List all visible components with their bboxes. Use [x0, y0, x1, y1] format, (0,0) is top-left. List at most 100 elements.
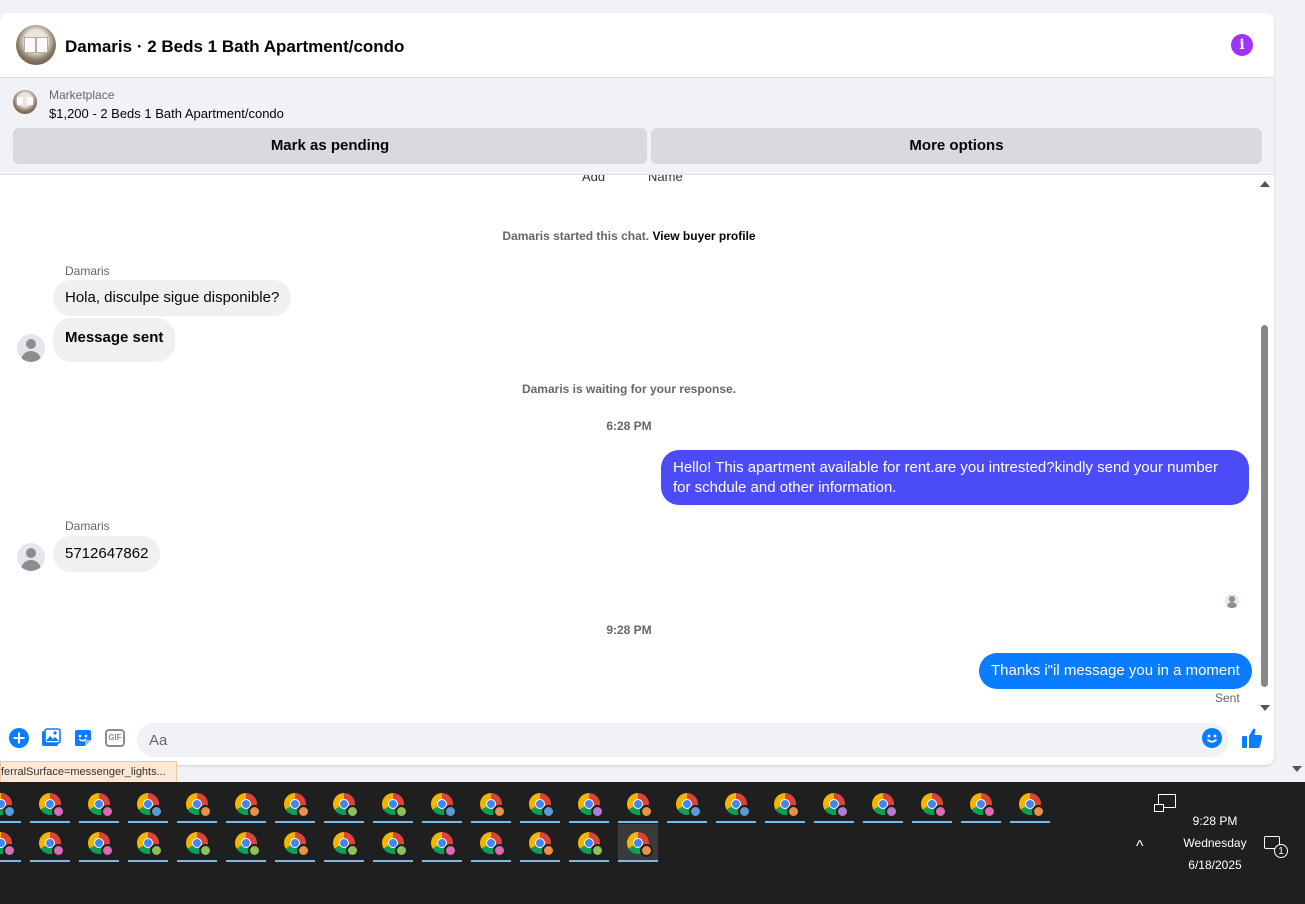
listing-price-title[interactable]: $1,200 - 2 Beds 1 Bath Apartment/condo — [49, 106, 284, 121]
chrome-profile-window[interactable] — [373, 785, 413, 823]
mark-as-pending-button[interactable]: Mark as pending — [13, 128, 647, 164]
chrome-profile-window[interactable] — [569, 785, 609, 823]
marketplace-label: Marketplace — [49, 88, 115, 102]
chrome-profile-window[interactable] — [814, 785, 854, 823]
chrome-profile-window[interactable] — [324, 824, 364, 862]
running-indicator — [618, 860, 658, 862]
view-buyer-profile-link[interactable]: View buyer profile — [652, 229, 755, 243]
listing-thumbnail[interactable] — [16, 25, 56, 65]
outgoing-message[interactable]: Thanks i"il message you in a moment — [979, 653, 1252, 689]
clock-day[interactable]: Wednesday — [1170, 836, 1260, 850]
chrome-profile-window[interactable] — [1010, 785, 1050, 823]
scroll-up-arrow[interactable] — [1260, 181, 1270, 187]
running-indicator — [0, 860, 21, 862]
sender-avatar[interactable] — [17, 334, 45, 362]
chrome-profile-window[interactable] — [716, 785, 756, 823]
tray-chevron-icon[interactable]: ^ — [1136, 838, 1144, 856]
chrome-profile-window[interactable] — [226, 824, 266, 862]
message-list[interactable]: Add Name Damaris started this chat. View… — [0, 175, 1258, 717]
chrome-profile-window[interactable] — [961, 785, 1001, 823]
chrome-profile-window[interactable] — [912, 785, 952, 823]
clock-time[interactable]: 9:28 PM — [1170, 814, 1260, 828]
running-indicator — [373, 860, 413, 862]
chrome-profile-window[interactable] — [0, 824, 21, 862]
listing-small-thumbnail[interactable] — [13, 90, 37, 114]
profile-badge-icon — [934, 805, 947, 818]
gif-icon[interactable]: GIF — [105, 729, 125, 747]
chrome-profile-window[interactable] — [324, 785, 364, 823]
chrome-profile-window[interactable] — [422, 785, 462, 823]
chrome-profile-window[interactable] — [30, 824, 70, 862]
running-indicator — [226, 860, 266, 862]
running-indicator — [177, 821, 217, 823]
chrome-profile-window[interactable] — [275, 824, 315, 862]
chrome-profile-window[interactable] — [79, 824, 119, 862]
running-indicator — [618, 821, 658, 823]
chrome-profile-window[interactable] — [569, 824, 609, 862]
running-indicator — [814, 821, 854, 823]
photo-icon[interactable] — [41, 728, 61, 748]
messages-scrollbar[interactable] — [1258, 175, 1272, 717]
chrome-profile-window[interactable] — [520, 785, 560, 823]
chrome-profile-window[interactable] — [30, 785, 70, 823]
scroll-thumb[interactable] — [1261, 325, 1268, 687]
clock-date[interactable]: 6/18/2025 — [1170, 858, 1260, 872]
message-input[interactable] — [137, 723, 1229, 757]
chrome-profile-window[interactable] — [471, 785, 511, 823]
sticker-icon[interactable] — [73, 728, 93, 748]
chrome-profile-window[interactable] — [79, 785, 119, 823]
scroll-down-arrow[interactable] — [1260, 705, 1270, 711]
running-indicator — [79, 821, 119, 823]
sender-name: Damaris — [65, 264, 110, 278]
status-bar-url: ferralSurface=messenger_lights... — [0, 761, 177, 783]
chrome-profile-window[interactable] — [128, 824, 168, 862]
chrome-profile-window[interactable] — [520, 824, 560, 862]
sender-avatar[interactable] — [17, 543, 45, 571]
chrome-profile-window[interactable] — [0, 785, 21, 823]
partial-name-label: Name — [648, 175, 683, 184]
chat-header: Damaris · 2 Beds 1 Bath Apartment/condo … — [0, 13, 1274, 78]
network-icon[interactable] — [1154, 794, 1176, 812]
emoji-icon[interactable] — [1202, 728, 1222, 748]
profile-badge-icon — [395, 805, 408, 818]
profile-badge-icon — [836, 805, 849, 818]
chat-title[interactable]: Damaris · 2 Beds 1 Bath Apartment/condo — [65, 37, 404, 57]
plus-circle-icon[interactable] — [9, 728, 29, 748]
incoming-message[interactable]: Hola, disculpe sigue disponible? — [53, 280, 292, 316]
profile-badge-icon — [591, 805, 604, 818]
profile-badge-icon — [983, 805, 996, 818]
incoming-message[interactable]: Message sent — [53, 318, 176, 362]
chrome-profile-window[interactable] — [765, 785, 805, 823]
chrome-profile-window[interactable] — [177, 824, 217, 862]
chrome-profile-window[interactable] — [618, 824, 658, 862]
running-indicator — [471, 821, 511, 823]
chrome-profile-window[interactable] — [422, 824, 462, 862]
page-scroll-down-arrow[interactable] — [1292, 766, 1302, 772]
running-indicator — [226, 821, 266, 823]
more-options-button[interactable]: More options — [651, 128, 1262, 164]
outgoing-message-line: Hello! This apartment available for rent… — [673, 459, 1219, 476]
profile-badge-icon — [738, 805, 751, 818]
chat-window: Damaris · 2 Beds 1 Bath Apartment/condo … — [0, 13, 1274, 765]
thumbs-up-icon[interactable] — [1241, 727, 1263, 749]
chrome-profile-window[interactable] — [667, 785, 707, 823]
info-icon[interactable]: i — [1231, 34, 1253, 56]
running-indicator — [373, 821, 413, 823]
chrome-profile-window[interactable] — [471, 824, 511, 862]
running-indicator — [569, 860, 609, 862]
timestamp: 6:28 PM — [606, 419, 652, 433]
chrome-profile-window[interactable] — [177, 785, 217, 823]
chrome-profile-window[interactable] — [863, 785, 903, 823]
chrome-profile-window[interactable] — [618, 785, 658, 823]
chrome-profile-window[interactable] — [373, 824, 413, 862]
outgoing-message[interactable]: Hello! This apartment available for rent… — [661, 450, 1249, 505]
profile-badge-icon — [640, 805, 653, 818]
incoming-message[interactable]: 5712647862 — [53, 536, 161, 572]
profile-badge-icon — [346, 805, 359, 818]
profile-badge-icon — [640, 844, 653, 857]
chrome-profile-window[interactable] — [275, 785, 315, 823]
running-indicator — [520, 821, 560, 823]
chrome-profile-window[interactable] — [128, 785, 168, 823]
chrome-profile-window[interactable] — [226, 785, 266, 823]
profile-badge-icon — [101, 844, 114, 857]
